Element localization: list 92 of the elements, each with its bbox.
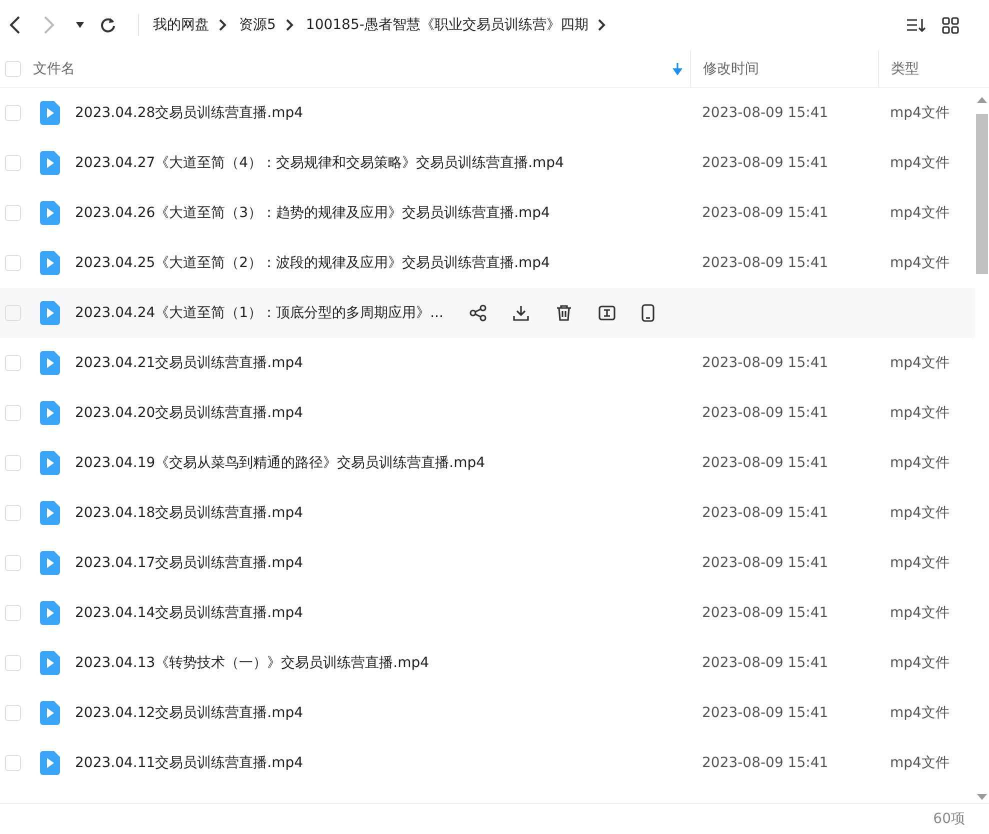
- row-checkbox[interactable]: [5, 455, 21, 471]
- chevron-icon: [219, 19, 227, 31]
- chevron-icon: [598, 19, 606, 31]
- file-type: mp4文件: [890, 204, 950, 222]
- column-header[interactable]: 文件名: [33, 60, 673, 78]
- row-checkbox[interactable]: [5, 305, 21, 321]
- file-type: mp4文件: [890, 554, 950, 572]
- modified-time: 2023-08-09 15:41: [702, 655, 828, 671]
- video-file-icon: [40, 351, 60, 375]
- file-type: mp4文件: [890, 454, 950, 472]
- file-name[interactable]: 2023.04.12交易员训练营直播.mp4: [75, 704, 304, 722]
- download-icon[interactable]: [512, 304, 530, 322]
- file-type: mp4文件: [890, 154, 950, 172]
- forward-icon[interactable]: [42, 15, 56, 35]
- file-name[interactable]: 2023.04.21交易员训练营直播.mp4: [75, 354, 304, 372]
- refresh-icon[interactable]: [100, 17, 116, 33]
- file-name[interactable]: 2023.04.27《大道至简（4）：交易规律和交易策略》交易员训练营直播.mp4: [75, 154, 564, 172]
- row-checkbox[interactable]: [5, 605, 21, 621]
- video-file-icon: [40, 151, 60, 175]
- modified-time: 2023-08-09 15:41: [702, 705, 828, 721]
- file-name[interactable]: 2023.04.19《交易从菜鸟到精通的路径》交易员训练营直播.mp4: [75, 454, 486, 472]
- row-checkbox[interactable]: [5, 205, 21, 221]
- select-all-checkbox[interactable]: [5, 60, 21, 76]
- video-file-icon: [40, 401, 60, 425]
- video-file-icon: [40, 701, 60, 725]
- file-name[interactable]: 2023.04.25《大道至简（2）：波段的规律及应用》交易员训练营直播.mp4: [75, 254, 550, 272]
- row-checkbox[interactable]: [5, 705, 21, 721]
- modified-time: 2023-08-09 15:41: [702, 155, 828, 171]
- delete-icon[interactable]: [555, 304, 574, 322]
- dropdown-icon[interactable]: [76, 22, 84, 28]
- row-checkbox[interactable]: [5, 505, 21, 521]
- sort-arrow-icon[interactable]: [673, 62, 682, 74]
- modified-time: 2023-08-09 15:41: [702, 605, 828, 621]
- video-file-icon: [40, 501, 60, 525]
- modified-time: 2023-08-09 15:41: [702, 505, 828, 521]
- breadcrumb-item[interactable]: 我的网盘: [153, 16, 209, 34]
- grid-view-icon[interactable]: [942, 16, 959, 34]
- chevron-icon: [286, 19, 294, 31]
- item-count: 60项: [933, 810, 965, 828]
- file-type: mp4文件: [890, 604, 950, 622]
- row-checkbox[interactable]: [5, 655, 21, 671]
- file-type: mp4文件: [890, 104, 950, 122]
- modified-time: 2023-08-09 15:41: [702, 355, 828, 371]
- file-name[interactable]: 2023.04.24《大道至简（1）：顶底分型的多周期应用》...: [75, 304, 444, 322]
- video-file-icon: [40, 651, 60, 675]
- file-type: mp4文件: [890, 504, 950, 522]
- row-checkbox[interactable]: [5, 155, 21, 171]
- modified-time: 2023-08-09 15:41: [702, 755, 828, 771]
- modified-time: 2023-08-09 15:41: [702, 455, 828, 471]
- file-name[interactable]: 2023.04.17交易员训练营直播.mp4: [75, 554, 304, 572]
- file-type: mp4文件: [890, 754, 950, 772]
- file-name[interactable]: 2023.04.11交易员训练营直播.mp4: [75, 754, 304, 772]
- file-type: mp4文件: [890, 254, 950, 272]
- breadcrumb-item[interactable]: 100185-愚者智慧《职业交易员训练营》四期: [306, 16, 588, 34]
- video-file-icon: [40, 201, 60, 225]
- video-file-icon: [40, 751, 60, 775]
- column-header[interactable]: 修改时间: [703, 60, 759, 78]
- row-checkbox[interactable]: [5, 355, 21, 371]
- video-file-icon: [40, 451, 60, 475]
- rename-icon[interactable]: [598, 304, 616, 322]
- video-file-icon: [40, 601, 60, 625]
- file-type: mp4文件: [890, 354, 950, 372]
- file-name[interactable]: 2023.04.13《转势技术（一）》交易员训练营直播.mp4: [75, 654, 430, 672]
- back-icon[interactable]: [8, 15, 22, 35]
- file-name[interactable]: 2023.04.28交易员训练营直播.mp4: [75, 104, 304, 122]
- row-checkbox[interactable]: [5, 405, 21, 421]
- file-type: mp4文件: [890, 654, 950, 672]
- row-checkbox[interactable]: [5, 105, 21, 121]
- video-file-icon: [40, 551, 60, 575]
- modified-time: 2023-08-09 15:41: [702, 205, 828, 221]
- row-checkbox[interactable]: [5, 555, 21, 571]
- video-file-icon: [40, 301, 60, 325]
- breadcrumb-item[interactable]: 资源5: [239, 16, 276, 34]
- video-file-icon: [40, 101, 60, 125]
- phone-icon[interactable]: [641, 304, 656, 322]
- share-icon[interactable]: [469, 304, 488, 322]
- modified-time: 2023-08-09 15:41: [702, 105, 828, 121]
- file-name[interactable]: 2023.04.14交易员训练营直播.mp4: [75, 604, 304, 622]
- modified-time: 2023-08-09 15:41: [702, 555, 828, 571]
- column-header[interactable]: 类型: [891, 60, 919, 78]
- file-type: mp4文件: [890, 704, 950, 722]
- file-type: mp4文件: [890, 404, 950, 422]
- row-checkbox[interactable]: [5, 755, 21, 771]
- sort-icon[interactable]: [906, 17, 926, 33]
- file-name[interactable]: 2023.04.20交易员训练营直播.mp4: [75, 404, 304, 422]
- modified-time: 2023-08-09 15:41: [702, 405, 828, 421]
- file-name[interactable]: 2023.04.26《大道至简（3）：趋势的规律及应用》交易员训练营直播.mp4: [75, 204, 550, 222]
- video-file-icon: [40, 251, 60, 275]
- file-name[interactable]: 2023.04.18交易员训练营直播.mp4: [75, 504, 304, 522]
- hovered-row[interactable]: 2023.04.24《大道至简（1）：顶底分型的多周期应用》...: [0, 288, 975, 338]
- modified-time: 2023-08-09 15:41: [702, 255, 828, 271]
- row-checkbox[interactable]: [5, 255, 21, 271]
